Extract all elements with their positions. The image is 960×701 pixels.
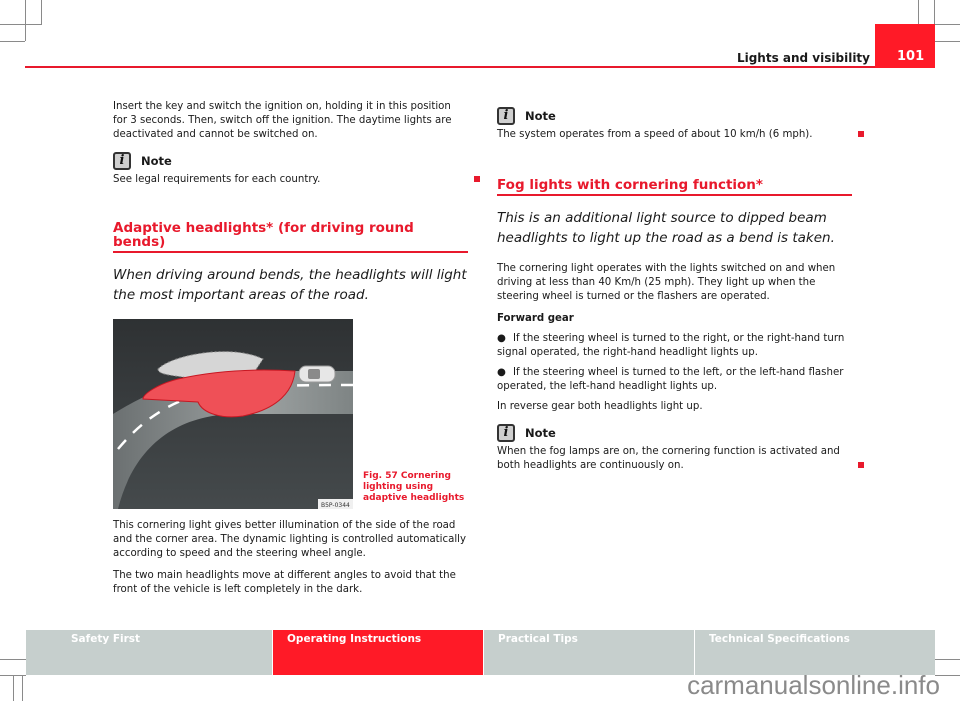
note-body: See legal requirements for each country. [113,173,480,187]
bullet-icon: ● [497,333,506,344]
paragraph: Insert the key and switch the ignition o… [113,101,452,140]
note-label: Note [141,154,172,168]
subheading: Forward gear [497,313,574,324]
crop-mark [41,0,42,25]
note-body: When the fog lamps are on, the cornering… [497,445,864,473]
note-heading: i Note [497,424,852,442]
paragraph: The two main headlights move at differen… [113,570,456,595]
crop-mark [935,41,960,42]
list-item: ● If the steering wheel is turned to the … [497,332,852,360]
note-body: The system operates from a speed of abou… [497,128,864,142]
section-intro: When driving around bends, the headlight… [113,267,467,303]
crop-mark [25,0,26,41]
crop-mark [935,659,960,660]
figure-caption: Fig. 57 Cornering lighting using adaptiv… [363,471,465,503]
running-head: Lights and visibility [736,51,870,65]
note-text: The system operates from a speed of abou… [497,129,813,140]
list-item-text: If the steering wheel is turned to the r… [497,333,845,358]
crop-mark [13,676,14,701]
chapter-tabs: Safety First Operating Instructions Prac… [26,630,935,675]
section-end-mark [858,462,864,468]
paragraph: In reverse gear both headlights light up… [497,401,703,412]
list-item: ● If the steering wheel is turned to the … [497,366,852,394]
bullet-icon: ● [497,367,506,378]
figure-code: B5P-0344 [321,502,350,509]
tab-practical-tips[interactable]: Practical Tips [484,630,695,675]
note-text: When the fog lamps are on, the cornering… [497,446,840,471]
right-column: i Note The system operates from a speed … [497,107,864,473]
watermark: carmanualsonline.info [687,670,940,700]
page-number: 101 [897,49,925,64]
left-column: Insert the key and switch the ignition o… [113,100,480,605]
note-label: Note [525,426,556,440]
header-rule [25,66,875,68]
info-icon: i [497,107,515,125]
tab-operating-instructions[interactable]: Operating Instructions [273,630,484,675]
crop-mark [0,41,25,42]
section-end-mark [858,131,864,137]
car-icon [298,365,336,383]
crop-mark [918,0,919,25]
info-icon: i [497,424,515,442]
note-heading: i Note [113,152,468,170]
section-title: Adaptive headlights* (for driving round … [113,221,468,253]
list-item-text: If the steering wheel is turned to the l… [497,367,844,392]
tab-technical-specifications[interactable]: Technical Specifications [695,630,935,675]
section-title: Fog lights with cornering function* [497,178,852,196]
info-icon: i [113,152,131,170]
figure: B5P-0344 Fig. 57 Cornering lighting usin… [113,319,468,509]
paragraph: This cornering light gives better illumi… [113,520,467,559]
section-intro: This is an additional light source to di… [497,210,835,246]
crop-mark [0,659,26,660]
crop-mark [22,676,23,701]
cornering-light-illustration: B5P-0344 [113,319,353,509]
section-end-mark [474,176,480,182]
tab-safety-first[interactable]: Safety First [26,630,273,675]
paragraph: The cornering light operates with the li… [497,263,836,302]
crop-mark [0,24,41,25]
note-label: Note [525,109,556,123]
note-heading: i Note [497,107,852,125]
note-text: See legal requirements for each country. [113,174,321,185]
page-number-box: 101 [875,24,935,68]
